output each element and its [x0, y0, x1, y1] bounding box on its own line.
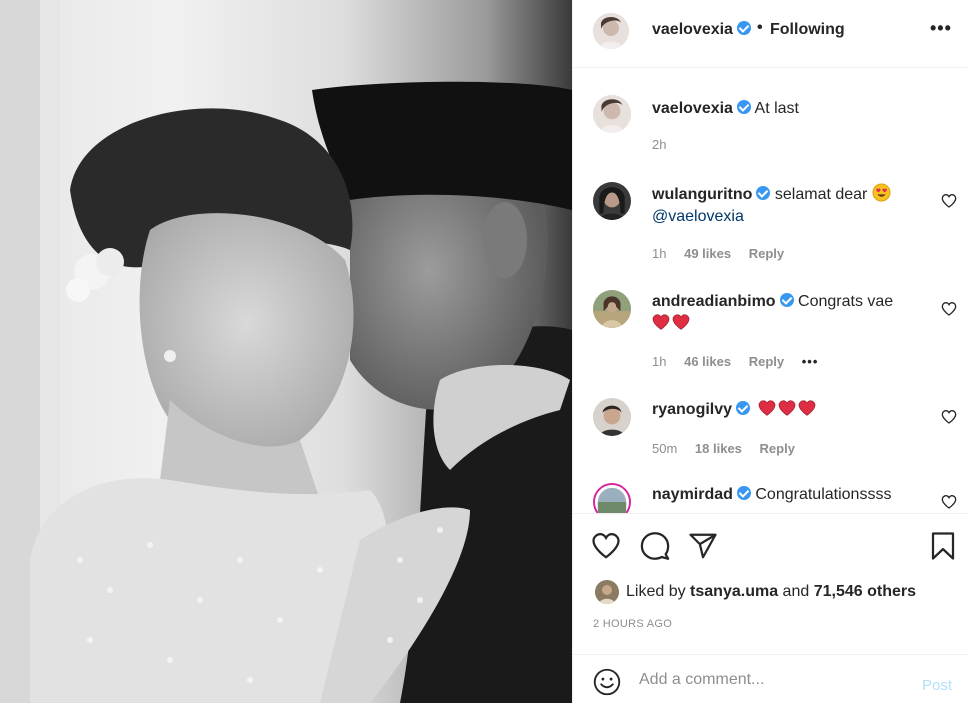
verified-icon	[736, 100, 751, 114]
more-options-icon[interactable]: •••	[930, 18, 952, 39]
comment-text: ryanogilvy	[652, 399, 932, 421]
liked-by-prefix: Liked by	[626, 583, 686, 600]
post-panel: vaelovexia • Following ••• vaelovexia At…	[572, 0, 967, 703]
liked-by-user[interactable]: tsanya.uma	[690, 583, 778, 600]
comment-time[interactable]: 2h	[652, 137, 666, 152]
like-comment-heart-icon[interactable]	[941, 494, 957, 510]
post-button[interactable]: Post	[922, 677, 952, 694]
comment-body: Congrats vae	[798, 293, 894, 310]
likes-text: Liked by tsanya.uma and 71,546 others	[626, 583, 916, 601]
emoji-icon[interactable]	[593, 668, 621, 696]
liker-avatar[interactable]	[595, 580, 619, 604]
comment-username[interactable]: ryanogilvy	[652, 401, 732, 418]
liked-by-conjunction: and	[782, 583, 810, 600]
comment-text: wulanguritno selamat dear @vaelovexia	[652, 183, 932, 228]
red-heart-emoji-icon	[759, 400, 776, 416]
comments-list[interactable]: vaelovexia At last 2h wulanguritno selam…	[573, 69, 967, 513]
comment-text: naymirdad Congratulationssss	[652, 484, 932, 506]
comment-likes[interactable]: 49 likes	[684, 246, 731, 261]
like-comment-heart-icon[interactable]	[941, 301, 957, 317]
couple-photo	[0, 0, 572, 703]
comment-username[interactable]: naymirdad	[652, 486, 733, 503]
verified-icon	[756, 186, 771, 200]
verified-icon	[779, 293, 794, 307]
comment-body: Congratulationssss	[755, 486, 892, 503]
author-avatar[interactable]	[593, 13, 629, 49]
comment-time[interactable]: 50m	[652, 441, 677, 456]
add-comment-bar: Post	[573, 654, 967, 703]
verified-icon	[736, 486, 751, 500]
red-heart-emoji-icon	[672, 314, 690, 330]
verified-icon	[736, 21, 751, 35]
post-timestamp[interactable]: 2 HOURS AGO	[593, 618, 672, 630]
red-heart-emoji-icon	[779, 400, 796, 416]
comment-likes[interactable]: 46 likes	[684, 354, 731, 369]
comment-username[interactable]: andreadianbimo	[652, 293, 776, 310]
separator-dot: •	[757, 19, 763, 36]
comment-mention[interactable]: @vaelovexia	[652, 208, 744, 225]
post-photo[interactable]	[0, 0, 572, 703]
heart-icon[interactable]	[591, 531, 621, 561]
comment-more-icon[interactable]: •••	[802, 354, 819, 369]
comment-meta: 1h 46 likes Reply •••	[652, 354, 832, 369]
author-username-row[interactable]: vaelovexia	[652, 21, 751, 39]
comment-body: selamat dear	[774, 186, 868, 203]
comment-time[interactable]: 1h	[652, 246, 666, 261]
avatar[interactable]	[593, 95, 631, 133]
comment-meta: 2h	[652, 137, 680, 152]
likes-summary: Liked by tsanya.uma and 71,546 others	[593, 580, 953, 606]
comment-time[interactable]: 1h	[652, 354, 666, 369]
author-username[interactable]: vaelovexia	[652, 21, 733, 38]
comment-meta: 50m 18 likes Reply	[652, 441, 809, 456]
comment-meta: 1h 49 likes Reply	[652, 246, 798, 261]
reply-button[interactable]: Reply	[749, 354, 784, 369]
like-comment-heart-icon[interactable]	[941, 409, 957, 425]
following-button[interactable]: Following	[770, 21, 845, 39]
avatar[interactable]	[593, 398, 631, 436]
comment-username[interactable]: vaelovexia	[652, 100, 733, 117]
comment-likes[interactable]: 18 likes	[695, 441, 742, 456]
comment-text: vaelovexia At last	[652, 98, 932, 120]
reply-button[interactable]: Reply	[749, 246, 784, 261]
comment-icon[interactable]	[640, 531, 670, 561]
like-comment-heart-icon[interactable]	[941, 193, 957, 209]
heart-eyes-emoji-icon	[872, 183, 891, 202]
share-icon[interactable]	[688, 531, 718, 561]
reply-button[interactable]: Reply	[760, 441, 795, 456]
liked-by-others[interactable]: 71,546 others	[814, 583, 916, 600]
post-header: vaelovexia • Following •••	[573, 0, 967, 68]
red-heart-emoji-icon	[652, 314, 670, 330]
comment-input[interactable]	[639, 665, 909, 695]
red-heart-emoji-icon	[799, 400, 816, 416]
avatar[interactable]	[593, 290, 631, 328]
comment-text: andreadianbimo Congrats vae	[652, 291, 932, 335]
avatar[interactable]	[593, 483, 631, 513]
bookmark-icon[interactable]	[928, 531, 958, 561]
action-bar	[573, 513, 967, 573]
verified-icon	[736, 401, 751, 415]
comment-body: At last	[754, 100, 799, 117]
avatar[interactable]	[593, 182, 631, 220]
comment-username[interactable]: wulanguritno	[652, 186, 752, 203]
